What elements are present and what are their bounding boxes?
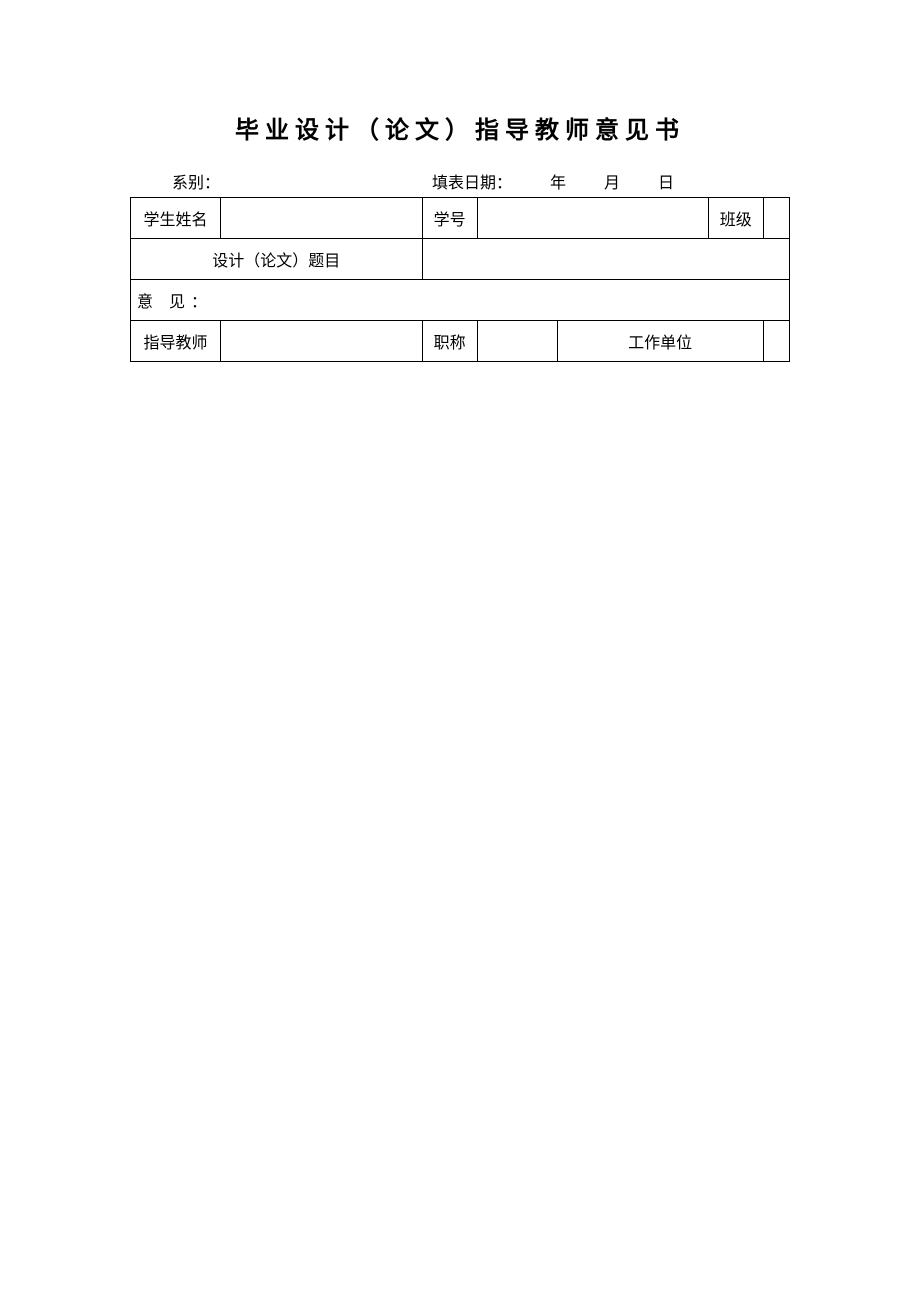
work-unit-value[interactable] [763,321,789,362]
thesis-title-row: 设计（论文）题目 [131,239,790,280]
thesis-title-label: 设计（论文）题目 [131,239,423,280]
date-section: 填表日期： 年 月 日 [432,169,788,193]
day-unit: 日 [658,169,674,193]
student-name-value[interactable] [221,198,423,239]
advisor-title-value[interactable] [477,321,557,362]
student-name-label: 学生姓名 [131,198,221,239]
meta-row: 系别： 填表日期： 年 月 日 [130,169,790,193]
month-unit: 月 [604,169,620,193]
advisor-title-label: 职称 [422,321,477,362]
department-label: 系别： [172,175,220,192]
comments-label: 意 见： [137,294,213,311]
class-label: 班级 [708,198,763,239]
advisor-value[interactable] [221,321,423,362]
page-title: 毕业设计（论文）指导教师意见书 [130,110,790,145]
thesis-title-value[interactable] [422,239,789,280]
form-table: 学生姓名 学号 班级 设计（论文）题目 意 见： 指导教师 职称 工作单位 [130,197,790,362]
comments-cell[interactable]: 意 见： [131,280,790,321]
student-id-value[interactable] [477,198,708,239]
year-unit: 年 [550,169,566,193]
class-value[interactable] [763,198,789,239]
student-info-row: 学生姓名 学号 班级 [131,198,790,239]
department-section: 系别： [132,169,432,193]
work-unit-label: 工作单位 [557,321,763,362]
form-page: 毕业设计（论文）指导教师意见书 系别： 填表日期： 年 月 日 学生姓名 学号 … [0,0,920,362]
student-id-label: 学号 [422,198,477,239]
year-value[interactable] [512,169,550,193]
comments-row: 意 见： [131,280,790,321]
day-value[interactable] [620,169,658,193]
advisor-label: 指导教师 [131,321,221,362]
advisor-info-row: 指导教师 职称 工作单位 [131,321,790,362]
month-value[interactable] [566,169,604,193]
date-label: 填表日期： [432,169,512,193]
